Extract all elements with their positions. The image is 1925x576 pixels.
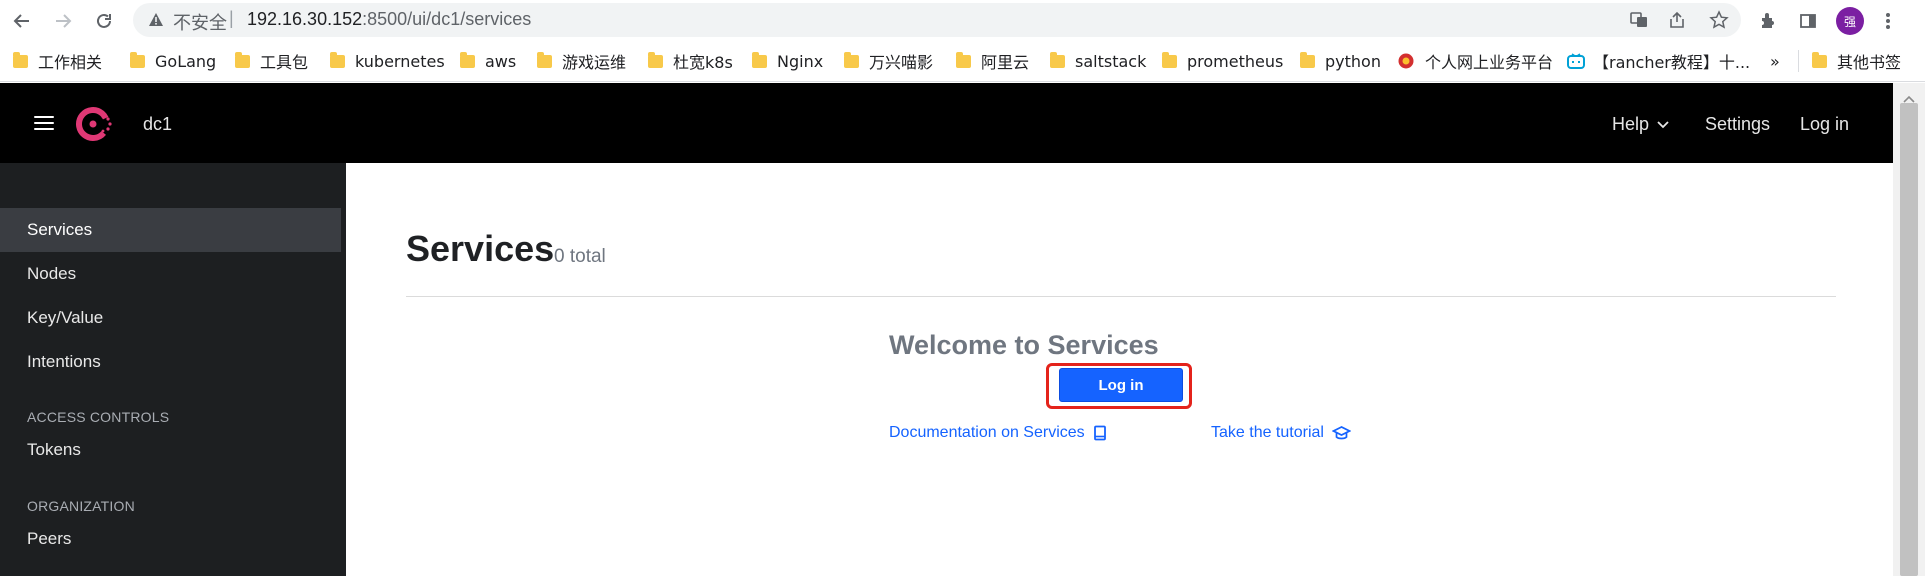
bookmark-label: prometheus	[1187, 51, 1284, 71]
folder-icon	[844, 51, 859, 68]
bookmark-label: 游戏运维	[562, 53, 627, 72]
bookmark-label: 工具包	[260, 53, 309, 72]
app-header	[0, 83, 1893, 163]
bookmark-separator	[1798, 50, 1799, 72]
tutorial-link-label: Take the tutorial	[1211, 424, 1324, 441]
bookmark-label: saltstack	[1075, 51, 1147, 71]
url-host: 192.16.30.152	[247, 9, 363, 29]
bookmark-label: kubernetes	[355, 51, 445, 71]
bookmark-item[interactable]: prometheus	[1162, 51, 1283, 71]
folder-icon	[460, 51, 475, 68]
sidebar-item-key-value[interactable]: Key/Value	[0, 296, 341, 340]
back-icon[interactable]	[9, 8, 35, 34]
folder-icon	[1300, 51, 1315, 68]
url-text[interactable]: 192.16.30.152:8500/ui/dc1/services	[247, 9, 531, 30]
side-panel-icon[interactable]	[1795, 8, 1821, 34]
forward-icon[interactable]	[50, 8, 76, 34]
folder-icon	[752, 51, 767, 68]
folder-icon	[330, 51, 345, 68]
browser-toolbar: 不安全 | 192.16.30.152:8500/ui/dc1/services…	[0, 0, 1925, 41]
extensions-icon[interactable]	[1755, 8, 1781, 34]
sidebar-item-peers[interactable]: Peers	[0, 517, 341, 561]
bookmark-item[interactable]: 个人网上业务平台	[1398, 51, 1554, 72]
bookmark-item[interactable]: 【rancher教程】十...	[1567, 51, 1751, 72]
sidebar-heading-organization: ORGANIZATION	[27, 498, 135, 514]
folder-icon	[235, 51, 250, 68]
help-menu[interactable]: Help	[1612, 114, 1670, 135]
bookmark-item[interactable]: kubernetes	[330, 51, 445, 71]
bookmark-label: 个人网上业务平台	[1425, 53, 1554, 72]
folder-icon	[1162, 51, 1177, 68]
bookmark-item[interactable]: GoLang	[130, 51, 216, 71]
insecure-label[interactable]: 不安全	[173, 9, 227, 35]
graduation-cap-icon	[1331, 426, 1351, 440]
bookmark-item[interactable]: 万兴喵影	[844, 51, 934, 72]
bookmark-label: 工作相关	[38, 53, 103, 72]
services-count: 0 total	[554, 246, 606, 267]
bookmark-item[interactable]: 阿里云	[956, 51, 1030, 72]
folder-icon	[956, 51, 971, 68]
profile-avatar[interactable]: 强	[1836, 7, 1864, 35]
datacenter-label[interactable]: dc1	[143, 114, 172, 135]
gov-emblem-icon	[1398, 53, 1414, 69]
chevron-down-icon	[1657, 121, 1669, 129]
login-button[interactable]: Log in	[1059, 368, 1183, 402]
bilibili-icon	[1567, 53, 1585, 69]
folder-icon	[1812, 51, 1827, 68]
documentation-link-label: Documentation on Services	[889, 424, 1085, 441]
folder-icon	[1050, 51, 1065, 68]
bookmark-item[interactable]: 游戏运维	[537, 51, 627, 72]
bookmark-item[interactable]: Nginx	[752, 51, 823, 71]
sidebar-item-nodes[interactable]: Nodes	[0, 252, 341, 296]
title-divider	[406, 296, 1836, 297]
bookmark-label: 阿里云	[981, 53, 1030, 72]
bookmark-label: aws	[485, 51, 517, 71]
bookmark-label: Nginx	[777, 51, 824, 71]
header-login-link[interactable]: Log in	[1800, 114, 1849, 135]
help-label: Help	[1612, 114, 1650, 134]
folder-icon	[537, 51, 552, 68]
bookmark-label: 万兴喵影	[869, 53, 934, 72]
bookmark-label: 【rancher教程】十...	[1593, 53, 1751, 72]
sidebar-item-intentions[interactable]: Intentions	[0, 340, 341, 384]
reload-icon[interactable]	[91, 8, 117, 34]
bookmark-item[interactable]: saltstack	[1050, 51, 1146, 71]
scroll-thumb[interactable]	[1900, 103, 1918, 576]
sidebar-item-tokens[interactable]: Tokens	[0, 428, 341, 472]
bookmarks-overflow-button[interactable]: »	[1770, 51, 1780, 71]
bookmark-item[interactable]: 工具包	[235, 51, 309, 72]
empty-state-title: Welcome to Services	[889, 330, 1159, 360]
menu-icon[interactable]	[34, 116, 54, 130]
folder-icon	[13, 51, 28, 68]
documentation-link[interactable]: Documentation on Services	[889, 424, 1107, 442]
bookmark-item[interactable]: python	[1300, 51, 1381, 71]
url-path: :8500/ui/dc1/services	[362, 9, 532, 29]
warning-icon[interactable]	[148, 12, 164, 32]
tutorial-link[interactable]: Take the tutorial	[1211, 424, 1351, 442]
sidebar-heading-access-controls: ACCESS CONTROLS	[27, 409, 170, 425]
bookmark-item[interactable]: aws	[460, 51, 516, 71]
book-icon	[1093, 425, 1106, 441]
more-menu-icon[interactable]	[1875, 8, 1901, 34]
sidebar-item-services[interactable]: Services	[0, 208, 341, 252]
bookmark-star-icon[interactable]	[1708, 9, 1730, 31]
bookmark-label: 杜宽k8s	[673, 53, 733, 72]
address-separator: |	[229, 8, 234, 28]
bookmark-label: python	[1325, 51, 1381, 71]
settings-link[interactable]: Settings	[1705, 114, 1770, 135]
bookmark-item[interactable]: 工作相关	[13, 51, 103, 72]
bookmark-label: 其他书签	[1837, 53, 1902, 72]
translate-icon[interactable]	[1628, 9, 1650, 31]
consul-logo-icon[interactable]	[74, 104, 114, 149]
bookmark-label: GoLang	[155, 51, 217, 71]
bookmark-item[interactable]: 其他书签	[1812, 51, 1902, 72]
bookmark-item[interactable]: 杜宽k8s	[648, 51, 733, 72]
share-icon[interactable]	[1666, 9, 1688, 31]
folder-icon	[130, 51, 145, 68]
folder-icon	[648, 51, 663, 68]
page-title: Services	[406, 228, 555, 269]
